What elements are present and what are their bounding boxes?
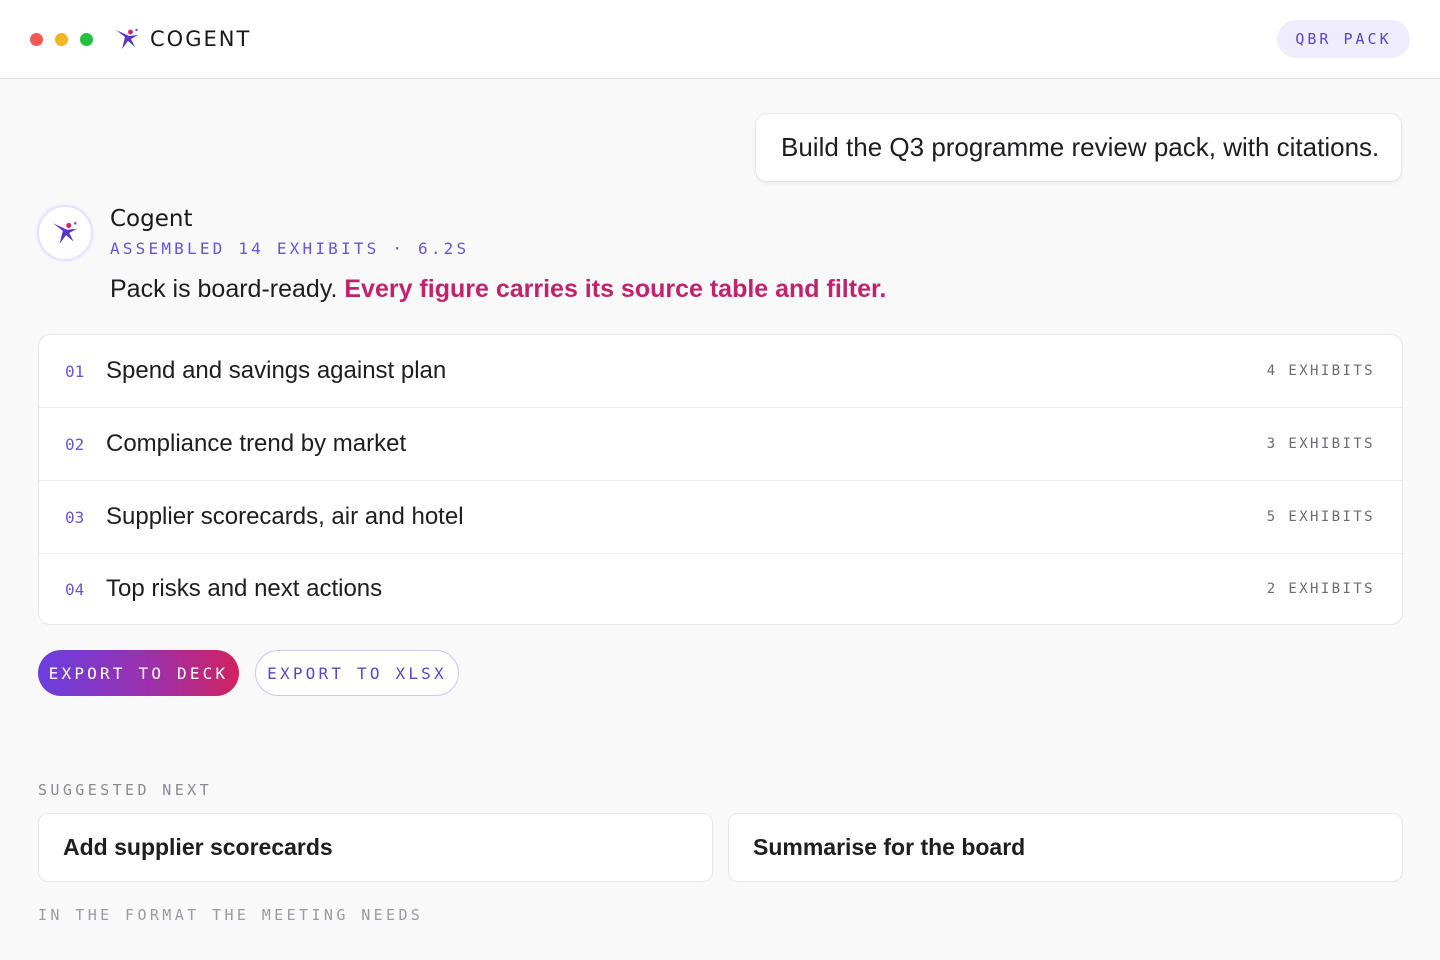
suggested-next-label: SUGGESTED NEXT [38,781,213,799]
row-exhibit-count: 3 EXHIBITS [1266,436,1375,452]
suggestion-label: Summarise for the board [753,834,1026,860]
top-bar: COGENT QBR PACK [0,0,1440,79]
suggestion-label: Add supplier scorecards [63,834,333,860]
window-controls [30,33,93,46]
assistant-message-plain: Pack is board-ready. [110,275,345,303]
minimize-window-button[interactable] [55,33,68,46]
export-to-xlsx-button[interactable]: EXPORT TO XLSX [255,650,459,696]
suggestion-card[interactable]: Add supplier scorecards [38,813,713,882]
assistant-meta: ASSEMBLED 14 EXHIBITS · 6.2S [110,239,470,258]
row-number: 02 [65,434,85,454]
row-title: Spend and savings against plan [106,357,447,384]
brand: COGENT [114,26,251,52]
suggestion-card[interactable]: Summarise for the board [728,813,1403,882]
assistant-name: Cogent [110,206,193,232]
maximize-window-button[interactable] [80,33,93,46]
row-title: Supplier scorecards, air and hotel [106,503,464,530]
spark-figure-icon [116,28,138,49]
row-exhibit-count: 2 EXHIBITS [1266,581,1375,597]
pack-outline: 01 Spend and savings against plan 4 EXHI… [38,334,1403,625]
assistant-message: Pack is board-ready. Every figure carrie… [110,275,886,304]
assistant-avatar [37,205,93,261]
spark-figure-icon [53,222,77,244]
row-exhibit-count: 5 EXHIBITS [1266,509,1375,525]
row-number: 01 [65,361,85,381]
outline-row[interactable]: 04 Top risks and next actions 2 EXHIBITS [39,554,1402,624]
row-number: 04 [65,579,85,599]
outline-row[interactable]: 02 Compliance trend by market 3 EXHIBITS [39,408,1402,481]
user-message-bubble: Build the Q3 programme review pack, with… [755,113,1402,182]
close-window-button[interactable] [30,33,43,46]
qbr-pack-badge[interactable]: QBR PACK [1277,20,1410,58]
user-message-text: Build the Q3 programme review pack, with… [781,132,1380,162]
row-title: Top risks and next actions [106,575,383,602]
assistant-message-highlight: Every figure carries its source table an… [344,275,887,303]
outline-row[interactable]: 03 Supplier scorecards, air and hotel 5 … [39,481,1402,554]
suggestions-footer-note: IN THE FORMAT THE MEETING NEEDS [38,906,424,924]
row-exhibit-count: 4 EXHIBITS [1266,363,1375,379]
export-to-deck-button[interactable]: EXPORT TO DECK [38,650,239,696]
outline-row[interactable]: 01 Spend and savings against plan 4 EXHI… [39,335,1402,408]
row-number: 03 [65,507,85,527]
row-title: Compliance trend by market [106,430,407,457]
brand-name: COGENT [150,27,252,51]
